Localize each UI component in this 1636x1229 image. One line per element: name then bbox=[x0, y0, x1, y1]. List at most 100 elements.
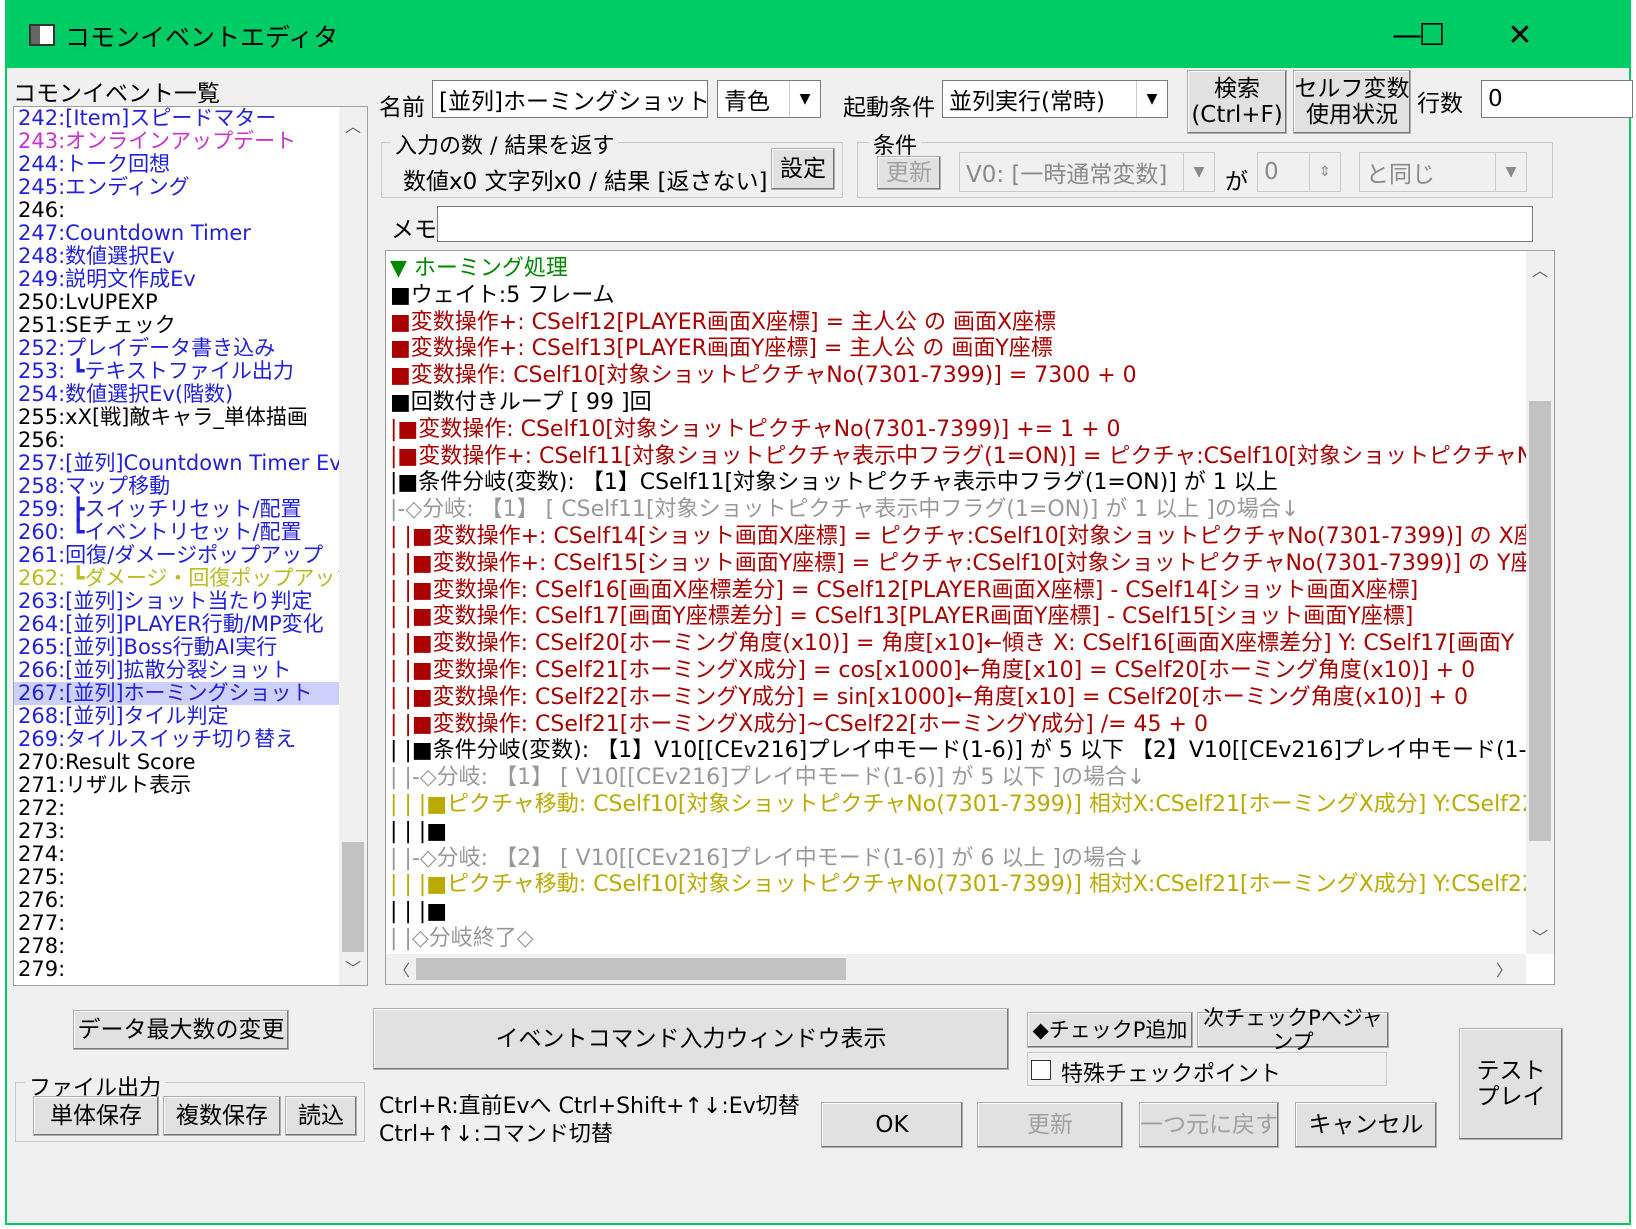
code-line[interactable]: | |■変数操作: CSelf16[画面X座標差分] = CSelf12[PLA… bbox=[390, 577, 1418, 604]
command-input-window-button[interactable]: イベントコマンド入力ウィンドウ表示 bbox=[373, 1008, 1009, 1070]
chevron-down-icon[interactable]: ▼ bbox=[789, 81, 820, 117]
code-line[interactable]: | |-◇分岐: 【2】 [ V10[[CEv216]プレイ中モード(1-6)]… bbox=[390, 845, 1145, 872]
maximize-icon[interactable]: ☐ bbox=[1402, 12, 1462, 58]
multi-save-button[interactable]: 複数保存 bbox=[163, 1096, 281, 1136]
code-line[interactable]: | |■変数操作: CSelf20[ホーミング角度(x10)] = 角度[x10… bbox=[390, 630, 1514, 657]
list-item[interactable]: 257:[並列]Countdown Timer Ev bbox=[14, 452, 367, 475]
list-item[interactable]: 274: bbox=[14, 843, 367, 866]
special-checkpoint-checkbox[interactable] bbox=[1031, 1060, 1051, 1080]
list-item[interactable]: 248:数値選択Ev bbox=[14, 245, 367, 268]
code-line[interactable]: | | |■ bbox=[390, 898, 447, 925]
list-vertical-scrollbar[interactable]: ︿ ﹀ bbox=[339, 107, 367, 985]
list-item[interactable]: 271:リザルト表示 bbox=[14, 774, 367, 797]
color-select[interactable]: 青色 ▼ bbox=[717, 80, 821, 118]
list-item[interactable]: 268:[並列]タイル判定 bbox=[14, 705, 367, 728]
list-item[interactable]: 247:Countdown Timer bbox=[14, 222, 367, 245]
list-item[interactable]: 250:LvUPEXP bbox=[14, 291, 367, 314]
list-item[interactable]: 262: ┗ダメージ・回復ポップアップ bbox=[14, 567, 367, 590]
scroll-left-icon[interactable]: 〈 bbox=[388, 955, 416, 983]
code-line[interactable]: |■変数操作+: CSelf11[対象ショットピクチャ表示中フラグ(1=ON)]… bbox=[390, 443, 1554, 470]
event-command-list[interactable]: ▼ ホーミング処理 ■ウェイト:5 フレーム ■変数操作+: CSelf12[PLA… bbox=[385, 250, 1555, 985]
list-item[interactable]: 259: ┣スイッチリセット/配置 bbox=[14, 498, 367, 521]
trigger-select[interactable]: 並列実行(常時) ▼ bbox=[942, 80, 1168, 118]
list-item[interactable]: 277: bbox=[14, 912, 367, 935]
update-button[interactable]: 更新 bbox=[977, 1102, 1123, 1148]
condition-value-stepper[interactable]: 0 ⇕ bbox=[1257, 152, 1341, 192]
chevron-down-icon[interactable]: ▼ bbox=[1136, 81, 1167, 117]
chevron-down-icon[interactable]: ▼ bbox=[1495, 153, 1526, 191]
code-line[interactable]: | |■変数操作: CSelf22[ホーミングY成分] = sin[x1000]… bbox=[390, 684, 1468, 711]
add-checkpoint-button[interactable]: ◆チェックP追加 bbox=[1027, 1012, 1193, 1048]
list-item[interactable]: 256: bbox=[14, 429, 367, 452]
list-scroll-thumb[interactable] bbox=[342, 842, 364, 952]
code-scroll-thumb[interactable] bbox=[1529, 401, 1551, 841]
list-item[interactable]: 242:[Item]スピードマター bbox=[14, 107, 367, 130]
list-item[interactable]: 258:マップ移動 bbox=[14, 475, 367, 498]
list-item[interactable]: 269:タイルスイッチ切り替え bbox=[14, 728, 367, 751]
code-line[interactable]: |■変数操作: CSelf10[対象ショットピクチャNo(7301-7399)]… bbox=[390, 416, 1121, 443]
list-item[interactable]: 254:数値選択Ev(階数) bbox=[14, 383, 367, 406]
condition-update-button[interactable]: 更新 bbox=[877, 156, 941, 190]
rows-field[interactable]: 0 bbox=[1481, 80, 1633, 118]
cancel-button[interactable]: キャンセル bbox=[1295, 1102, 1437, 1148]
list-item[interactable]: 273: bbox=[14, 820, 367, 843]
undo-button[interactable]: 一つ元に戻す bbox=[1139, 1102, 1279, 1148]
code-hscroll-thumb[interactable] bbox=[416, 958, 846, 980]
code-line[interactable]: | | |■ピクチャ移動: CSelf10[対象ショットピクチャNo(7301-… bbox=[390, 871, 1554, 898]
list-item[interactable]: 249:説明文作成Ev bbox=[14, 268, 367, 291]
list-item[interactable]: 243:オンラインアップデート bbox=[14, 130, 367, 153]
list-item[interactable]: 244:トーク回想 bbox=[14, 153, 367, 176]
code-line[interactable]: |-◇分岐: 【1】 [ CSelf11[対象ショットピクチャ表示中フラグ(1=… bbox=[390, 496, 1299, 523]
code-line[interactable]: | |■変数操作+: CSelf15[ショット画面Y座標] = ピクチャ:CSe… bbox=[390, 550, 1554, 577]
scroll-down-icon[interactable]: ﹀ bbox=[339, 953, 367, 981]
list-item[interactable]: 272: bbox=[14, 797, 367, 820]
code-line[interactable]: | |■条件分岐(変数): 【1】V10[[CEv216]プレイ中モード(1-6… bbox=[390, 737, 1554, 764]
code-line[interactable]: | | |■ピクチャ移動: CSelf10[対象ショットピクチャNo(7301-… bbox=[390, 791, 1554, 818]
list-item[interactable]: 253: ┗テキストファイル出力 bbox=[14, 360, 367, 383]
scroll-up-icon[interactable]: ︿ bbox=[1526, 255, 1554, 283]
code-line[interactable]: ■変数操作: CSelf10[対象ショットピクチャNo(7301-7399)] … bbox=[390, 362, 1137, 389]
code-line[interactable]: | |■変数操作+: CSelf14[ショット画面X座標] = ピクチャ:CSe… bbox=[390, 523, 1554, 550]
code-line[interactable]: ■ウェイト:5 フレーム bbox=[390, 282, 615, 309]
code-line[interactable]: ■変数操作+: CSelf12[PLAYER画面X座標] = 主人公 の 画面X… bbox=[390, 309, 1056, 336]
memo-field[interactable] bbox=[437, 206, 1533, 242]
code-line[interactable]: | |■変数操作: CSelf21[ホーミングX成分] = cos[x1000]… bbox=[390, 657, 1475, 684]
code-line[interactable]: ■変数操作+: CSelf13[PLAYER画面Y座標] = 主人公 の 画面Y… bbox=[390, 335, 1053, 362]
list-item[interactable]: 267:[並列]ホーミングショット bbox=[14, 682, 367, 705]
list-item[interactable]: 266:[並列]拡散分裂ショット bbox=[14, 659, 367, 682]
code-line[interactable]: | |■変数操作: CSelf17[画面Y座標差分] = CSelf13[PLA… bbox=[390, 603, 1413, 630]
code-line[interactable]: | |-◇分岐: 【1】 [ V10[[CEv216]プレイ中モード(1-6)]… bbox=[390, 764, 1145, 791]
condition-variable-select[interactable]: V0: [一時通常変数] ▼ bbox=[959, 152, 1215, 192]
code-line[interactable]: ■回数付きループ [ 99 ]回 bbox=[390, 389, 652, 416]
code-line[interactable]: |■条件分岐(変数): 【1】CSelf11[対象ショットピクチャ表示中フラグ(… bbox=[390, 469, 1278, 496]
search-button[interactable]: 検索 (Ctrl+F) bbox=[1187, 70, 1287, 134]
next-checkpoint-button[interactable]: 次チェックPへジャンプ bbox=[1197, 1006, 1389, 1054]
code-horizontal-scrollbar[interactable]: 〈 〉 bbox=[386, 954, 1526, 984]
chevron-down-icon[interactable]: ▼ bbox=[1183, 153, 1214, 191]
code-line[interactable]: ▼ ホーミング処理 bbox=[390, 255, 568, 282]
io-set-button[interactable]: 設定 bbox=[771, 148, 835, 190]
list-item[interactable]: 261:回復/ダメージポップアップ bbox=[14, 544, 367, 567]
list-item[interactable]: 251:SEチェック bbox=[14, 314, 367, 337]
scroll-down-icon[interactable]: ﹀ bbox=[1526, 922, 1554, 950]
code-line[interactable]: | | |■ bbox=[390, 818, 447, 845]
test-play-button[interactable]: テスト プレイ bbox=[1459, 1028, 1563, 1140]
list-item[interactable]: 270:Result Score bbox=[14, 751, 367, 774]
list-item[interactable]: 246: bbox=[14, 199, 367, 222]
ok-button[interactable]: OK bbox=[821, 1102, 963, 1148]
code-vertical-scrollbar[interactable]: ︿ ﹀ bbox=[1526, 251, 1554, 954]
list-item[interactable]: 265:[並列]Boss行動AI実行 bbox=[14, 636, 367, 659]
common-event-list[interactable]: 242:[Item]スピードマター 243:オンラインアップデート 244:トーク回… bbox=[13, 106, 368, 986]
list-item[interactable]: 245:エンディング bbox=[14, 176, 367, 199]
condition-compare-select[interactable]: と同じ ▼ bbox=[1359, 152, 1527, 192]
list-item[interactable]: 264:[並列]PLAYER行動/MP変化 bbox=[14, 613, 367, 636]
list-item[interactable]: 255:xX[戦]敵キャラ_単体描画 bbox=[14, 406, 367, 429]
code-line[interactable]: | |◇分岐終了◇ bbox=[390, 925, 534, 952]
close-icon[interactable]: ✕ bbox=[1490, 12, 1550, 58]
list-item[interactable]: 279: bbox=[14, 958, 367, 981]
self-variable-usage-button[interactable]: セルフ変数 使用状況 bbox=[1293, 70, 1411, 134]
load-button[interactable]: 読込 bbox=[285, 1096, 357, 1136]
single-save-button[interactable]: 単体保存 bbox=[33, 1096, 159, 1136]
event-name-field[interactable]: [並列]ホーミングショット bbox=[432, 80, 708, 118]
list-item[interactable]: 275: bbox=[14, 866, 367, 889]
